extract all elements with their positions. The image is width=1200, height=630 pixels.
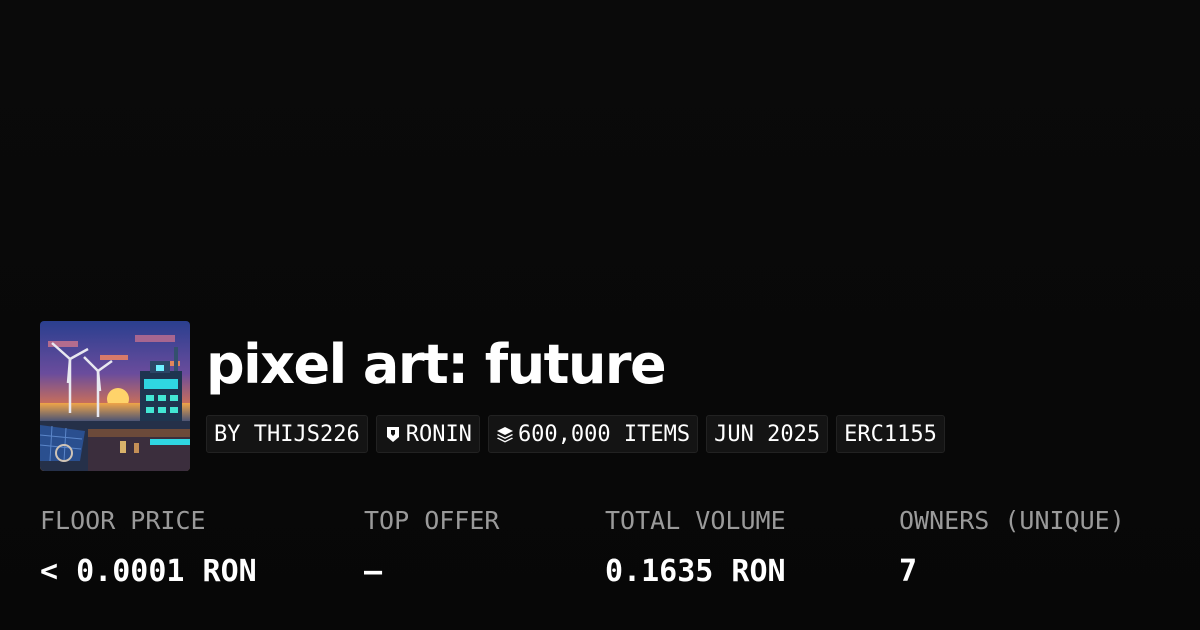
date-label: JUN 2025 xyxy=(714,421,821,447)
collection-image[interactable] xyxy=(40,321,190,471)
collection-card: pixel art: future BY THIJS226 RONIN 600,… xyxy=(0,0,1200,630)
collection-title: pixel art: future xyxy=(206,333,667,396)
stat-total-volume: TOTAL VOLUME 0.1635 RON xyxy=(605,504,786,592)
top-offer-value: – xyxy=(364,554,383,589)
collection-meta-chips: BY THIJS226 RONIN 600,000 ITEMS JUN 2025… xyxy=(206,415,945,453)
total-volume-label: TOTAL VOLUME xyxy=(605,506,786,535)
title-block: pixel art: future BY THIJS226 RONIN 600,… xyxy=(206,321,945,453)
stat-owners: OWNERS (UNIQUE) 7 xyxy=(899,504,1125,592)
owners-label: OWNERS (UNIQUE) xyxy=(899,506,1125,535)
floor-price-label: FLOOR PRICE xyxy=(40,506,206,535)
owners-value: 7 xyxy=(899,554,918,589)
stat-floor-price: FLOOR PRICE < 0.0001 RON xyxy=(40,504,257,592)
standard-label: ERC1155 xyxy=(844,421,937,447)
creator-chip[interactable]: BY THIJS226 xyxy=(206,415,368,453)
ronin-shield-icon xyxy=(384,425,402,443)
collection-stats: FLOOR PRICE < 0.0001 RON TOP OFFER – TOT… xyxy=(40,504,1180,604)
layers-icon xyxy=(496,425,514,443)
date-chip: JUN 2025 xyxy=(706,415,829,453)
standard-chip: ERC1155 xyxy=(836,415,945,453)
items-chip[interactable]: 600,000 ITEMS xyxy=(487,415,699,453)
stat-top-offer: TOP OFFER – xyxy=(364,504,499,592)
items-label: 600,000 ITEMS xyxy=(517,421,691,447)
total-volume-value: 0.1635 RON xyxy=(605,554,786,589)
creator-label: BY THIJS226 xyxy=(214,421,360,447)
chain-chip[interactable]: RONIN xyxy=(375,415,480,453)
floor-price-value: < 0.0001 RON xyxy=(40,554,257,589)
chain-label: RONIN xyxy=(405,421,472,447)
top-offer-label: TOP OFFER xyxy=(364,506,500,535)
collection-header: pixel art: future BY THIJS226 RONIN 600,… xyxy=(40,321,945,471)
